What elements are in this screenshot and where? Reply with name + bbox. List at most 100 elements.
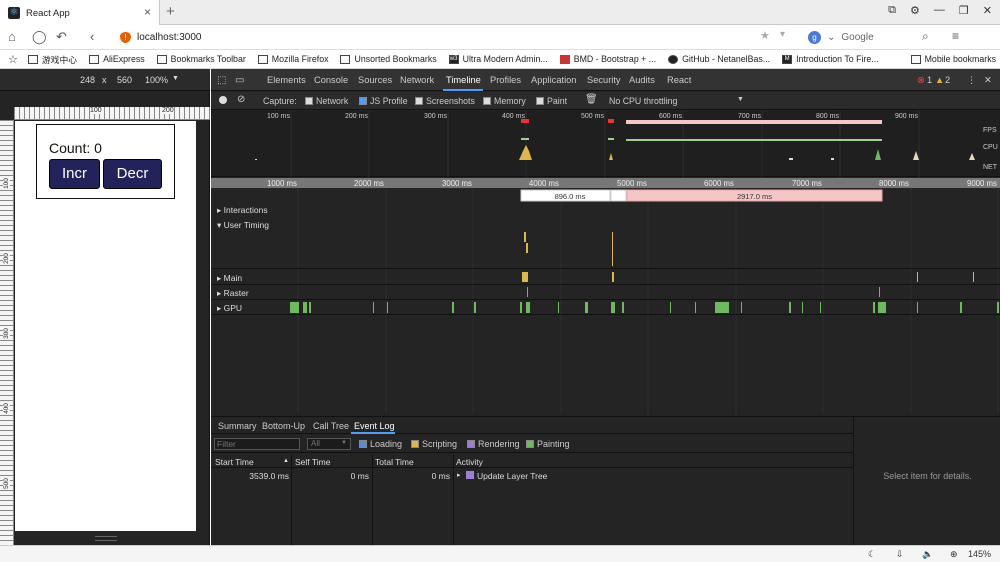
tab-call-tree[interactable]: Call Tree bbox=[313, 421, 349, 431]
sort-icon[interactable]: ▲ bbox=[283, 458, 289, 464]
main-task[interactable] bbox=[973, 272, 974, 282]
main-task[interactable] bbox=[917, 272, 918, 282]
tab-profiles[interactable]: Profiles bbox=[490, 75, 521, 85]
device-toggle-icon[interactable]: ▭ bbox=[235, 75, 244, 86]
new-tab-icon[interactable]: + bbox=[166, 3, 175, 20]
cpu-throttling-select[interactable]: No CPU throttling bbox=[609, 96, 677, 106]
dropdown-icon[interactable]: ▾ bbox=[780, 29, 785, 40]
night-mode-icon[interactable]: ☾ bbox=[868, 549, 876, 560]
js-profile-checkbox[interactable]: JS Profile bbox=[359, 96, 408, 106]
download-icon[interactable]: ⇩ bbox=[896, 549, 904, 560]
home-icon[interactable]: ⌂ bbox=[8, 29, 16, 44]
col-self-time[interactable]: Self Time bbox=[295, 457, 330, 467]
browser-tab[interactable]: ⚛ React App × bbox=[0, 0, 160, 26]
checkbox[interactable] bbox=[305, 97, 313, 105]
extension-icon[interactable]: ⚙ bbox=[910, 4, 920, 17]
reload-icon[interactable]: ◯ bbox=[32, 29, 47, 45]
tab-audits[interactable]: Audits bbox=[629, 75, 655, 85]
tab-console[interactable]: Console bbox=[314, 75, 348, 85]
bookmark-item[interactable]: AliExpress bbox=[89, 54, 145, 64]
record-icon[interactable] bbox=[219, 96, 227, 104]
paint-checkbox[interactable]: Paint bbox=[536, 96, 567, 106]
tab-application[interactable]: Application bbox=[531, 75, 576, 85]
bookmark-star-icon[interactable]: ★ bbox=[760, 29, 770, 42]
checkbox[interactable] bbox=[526, 440, 534, 448]
maximize-icon[interactable]: ❐ bbox=[959, 4, 969, 17]
volume-icon[interactable]: 🔈 bbox=[922, 549, 933, 560]
tab-bottom-up[interactable]: Bottom-Up bbox=[262, 421, 305, 431]
col-start-time[interactable]: Start Time bbox=[215, 457, 254, 467]
filter-input[interactable] bbox=[214, 438, 300, 450]
bookmark-item[interactable]: M Introduction To Fire... bbox=[782, 54, 879, 64]
network-checkbox[interactable]: Network bbox=[305, 96, 348, 106]
bookmark-item[interactable]: w3 Ultra Modern Admin... bbox=[448, 54, 548, 64]
chevron-down-icon[interactable]: ▼ bbox=[172, 75, 179, 82]
timeline-tracks[interactable]: 896.0 ms 2917.0 ms ▸ Interactions ▾ User… bbox=[211, 188, 1000, 414]
bookmark-item[interactable]: Unsorted Bookmarks bbox=[340, 54, 437, 64]
trash-icon[interactable]: 🗑 bbox=[585, 94, 598, 105]
row-user-timing[interactable]: ▾ User Timing bbox=[217, 220, 269, 231]
back-icon[interactable]: ‹ bbox=[90, 29, 94, 44]
device-height[interactable]: 560 bbox=[117, 75, 132, 85]
minimize-icon[interactable]: — bbox=[934, 4, 945, 17]
gpu-tasks[interactable] bbox=[290, 302, 999, 313]
row-gpu[interactable]: ▸ GPU bbox=[217, 303, 242, 314]
tab-summary[interactable]: Summary bbox=[218, 421, 257, 431]
tab-security[interactable]: Security bbox=[587, 75, 621, 85]
checkbox[interactable] bbox=[359, 440, 367, 448]
scripting-checkbox[interactable]: Scripting bbox=[411, 439, 457, 449]
row-raster[interactable]: ▸ Raster bbox=[217, 288, 249, 299]
checkbox[interactable] bbox=[483, 97, 491, 105]
warning-count[interactable]: 2 bbox=[945, 75, 950, 85]
tab-event-log[interactable]: Event Log bbox=[354, 421, 395, 431]
loading-checkbox[interactable]: Loading bbox=[359, 439, 402, 449]
painting-checkbox[interactable]: Painting bbox=[526, 439, 570, 449]
menu-icon[interactable]: ≡ bbox=[952, 29, 959, 43]
user-timing-mark[interactable] bbox=[524, 232, 526, 242]
memory-checkbox[interactable]: Memory bbox=[483, 96, 526, 106]
frame-bar[interactable] bbox=[610, 189, 627, 202]
device-width[interactable]: 248 bbox=[80, 75, 95, 85]
screenshots-checkbox[interactable]: Screenshots bbox=[415, 96, 475, 106]
expand-arrow-icon[interactable]: ▸ bbox=[457, 471, 461, 479]
raster-task[interactable] bbox=[527, 287, 528, 297]
col-total-time[interactable]: Total Time bbox=[375, 457, 414, 467]
bookmark-item[interactable]: Bookmarks Toolbar bbox=[156, 54, 246, 64]
main-task[interactable] bbox=[612, 272, 614, 282]
row-interactions[interactable]: ▸ Interactions bbox=[217, 205, 268, 216]
main-task[interactable] bbox=[522, 272, 528, 282]
bookmark-item[interactable]: BMD - Bootstrap + ... bbox=[559, 54, 656, 64]
raster-task[interactable] bbox=[879, 287, 880, 297]
resize-handle[interactable] bbox=[95, 536, 117, 541]
inspect-icon[interactable]: ⬚ bbox=[217, 75, 226, 86]
chevron-down-icon[interactable]: ▼ bbox=[737, 96, 744, 103]
bookmarks-star-icon[interactable]: ☆ bbox=[8, 53, 18, 66]
filter-select[interactable]: All ▼ bbox=[307, 438, 351, 450]
close-devtools-icon[interactable]: ✕ bbox=[984, 75, 992, 86]
tab-network[interactable]: Network bbox=[400, 75, 434, 85]
close-window-icon[interactable]: ✕ bbox=[983, 4, 992, 17]
bookmark-item[interactable]: 游戏中心 bbox=[27, 53, 77, 66]
table-row[interactable]: 3539.0 ms 0 ms 0 ms ▸ Update Layer Tree bbox=[211, 469, 853, 482]
device-zoom[interactable]: 100% bbox=[145, 75, 168, 85]
incr-button[interactable]: Incr bbox=[49, 159, 100, 189]
checkbox[interactable] bbox=[467, 440, 475, 448]
zoom-level[interactable]: 145% bbox=[968, 549, 991, 559]
address-bar[interactable]: ! localhost:3000 bbox=[120, 29, 780, 46]
more-options-icon[interactable]: ⋮ bbox=[967, 75, 976, 86]
error-count[interactable]: 1 bbox=[927, 75, 932, 85]
clear-icon[interactable]: ⊘ bbox=[237, 94, 245, 105]
timeline-overview[interactable]: 100 ms 200 ms 300 ms 400 ms 500 ms 600 m… bbox=[211, 111, 1000, 177]
tab-timeline[interactable]: Timeline bbox=[446, 75, 481, 85]
bookmark-item[interactable]: Mobile bookmarks bbox=[910, 54, 996, 64]
tab-react[interactable]: React bbox=[667, 75, 691, 85]
tab-elements[interactable]: Elements bbox=[267, 75, 306, 85]
checkbox[interactable] bbox=[415, 97, 423, 105]
close-tab-icon[interactable]: × bbox=[144, 5, 151, 19]
undo-icon[interactable]: ↶ bbox=[56, 29, 67, 45]
decr-button[interactable]: Decr bbox=[103, 159, 162, 189]
user-timing-mark[interactable] bbox=[612, 232, 613, 266]
bookmark-item[interactable]: Mozilla Firefox bbox=[257, 54, 328, 64]
zoom-icon[interactable]: ⊕ bbox=[950, 549, 958, 560]
reader-icon[interactable]: ⧉ bbox=[888, 4, 896, 17]
